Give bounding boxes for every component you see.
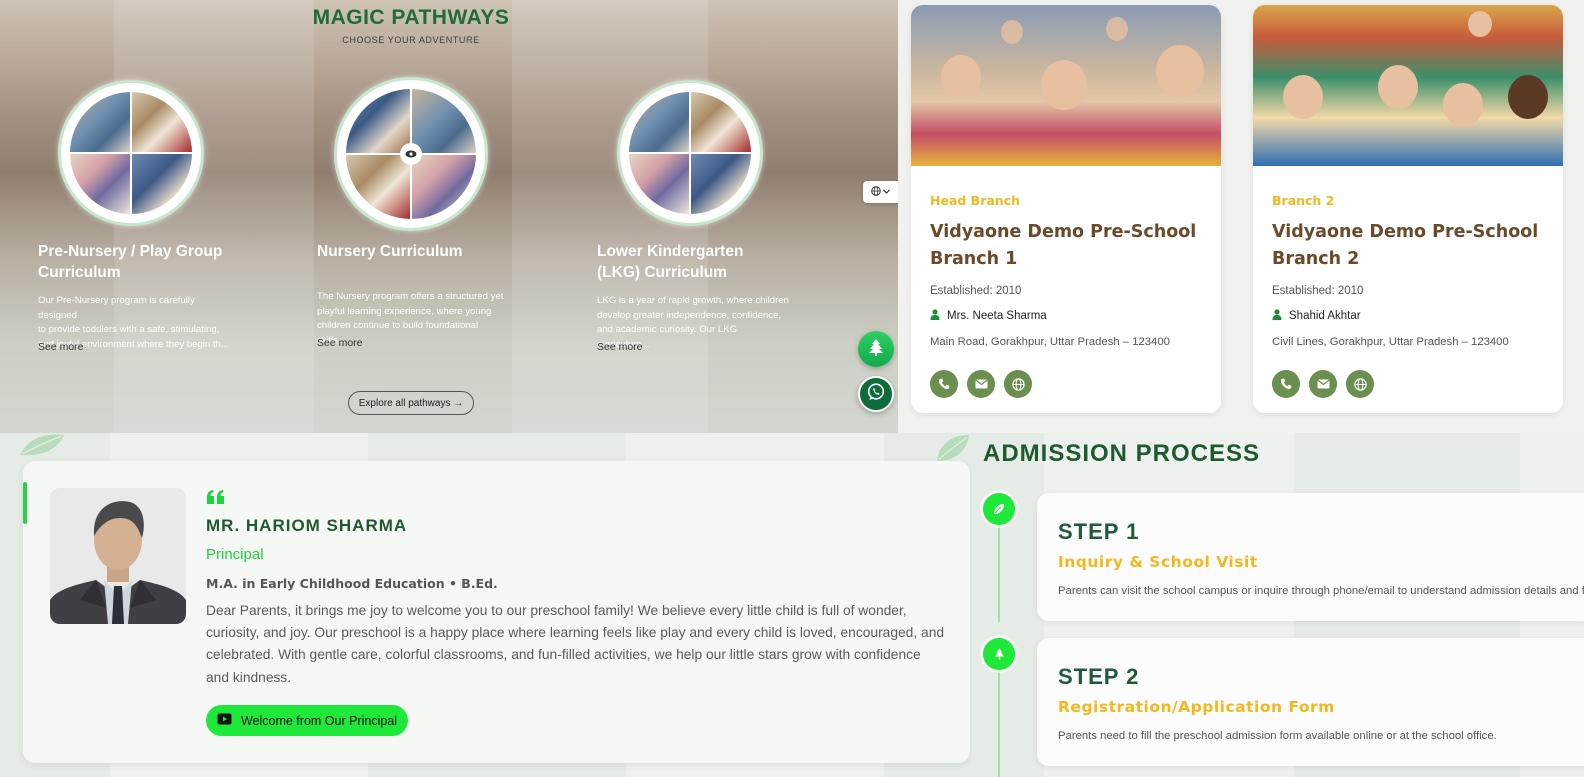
leaf-icon	[18, 433, 66, 461]
tree-floating-button[interactable]	[858, 331, 894, 367]
branch-name: Vidyaone Demo Pre-School Branch 2	[1272, 222, 1539, 269]
pathway-heading: Lower Kindergarten (LKG) Curriculum	[597, 241, 743, 283]
chevron-down-icon	[883, 187, 890, 197]
see-more-link[interactable]: See more	[597, 341, 643, 353]
person-name: Shahid Akhtar	[1289, 310, 1361, 322]
admission-title: ADMISSION PROCESS	[983, 440, 1261, 467]
see-more-link[interactable]: See more	[317, 337, 363, 349]
see-more-link[interactable]: See more	[38, 341, 84, 353]
branch-tag: Branch 2	[1272, 193, 1335, 208]
pathway-heading: Nursery Curriculum	[317, 241, 463, 262]
tree-icon	[868, 338, 884, 360]
description-line: playful learning experience, where young	[317, 305, 492, 317]
whatsapp-floating-button[interactable]	[858, 376, 894, 412]
description-line: Our Pre-Nursery program is carefully des…	[38, 295, 195, 321]
branch-address: Civil Lines, Gorakhpur, Uttar Pradesh – …	[1272, 336, 1509, 348]
branch-contact-icons	[1272, 370, 1374, 398]
principal-message: Dear Parents, it brings me joy to welcom…	[206, 603, 945, 685]
step-number: STEP 2	[1058, 664, 1140, 689]
eye-icon[interactable]	[400, 143, 422, 165]
timeline-line	[998, 670, 1000, 777]
whatsapp-icon	[866, 382, 886, 406]
accent-bar	[23, 482, 27, 524]
mail-icon[interactable]	[967, 370, 995, 398]
branches-section: Head Branch Vidyaone Demo Pre-School Bra…	[898, 0, 1584, 433]
pathway-image-lkg[interactable]	[617, 80, 763, 226]
globe-icon[interactable]	[1004, 370, 1032, 398]
youtube-icon	[217, 713, 232, 728]
principal-name: MR. HARIOM SHARMA	[206, 516, 408, 535]
leaf-icon	[935, 433, 971, 467]
branch-card[interactable]: Head Branch Vidyaone Demo Pre-School Bra…	[911, 5, 1221, 413]
person-name: Mrs. Neeta Sharma	[947, 310, 1047, 322]
welcome-video-button[interactable]: Welcome from Our Principal	[206, 705, 408, 736]
step-title: Registration/Application Form	[1058, 698, 1335, 716]
globe-icon[interactable]	[1346, 370, 1374, 398]
pathway-heading-line: Lower Kindergarten	[597, 243, 744, 260]
branch-name: Vidyaone Demo Pre-School Branch 1	[930, 222, 1197, 269]
leaf-icon	[993, 500, 1005, 519]
welcome-video-label: Welcome from Our Principal	[240, 713, 398, 728]
user-icon	[1272, 309, 1282, 323]
branch-contact-person: Shahid Akhtar	[1272, 309, 1361, 323]
principal-qualification: M.A. in Early Childhood Education • B.Ed…	[206, 576, 498, 591]
branch-address: Main Road, Gorakhpur, Uttar Pradesh – 12…	[930, 336, 1170, 348]
step-number: STEP 1	[1058, 519, 1140, 544]
admission-step-card: STEP 2 Registration/Application Form Par…	[1037, 638, 1584, 766]
tree-icon	[994, 645, 1005, 664]
mail-icon[interactable]	[1309, 370, 1337, 398]
step-description: Parents need to fill the preschool admis…	[1058, 730, 1497, 742]
globe-icon	[871, 185, 881, 199]
pathway-image-nursery[interactable]	[334, 77, 488, 231]
explore-pathways-button[interactable]: Explore all pathways →	[348, 391, 474, 415]
pathways-section: MAGIC PATHWAYS CHOOSE YOUR ADVENTURE Pre…	[0, 0, 898, 433]
quote-icon	[206, 489, 226, 509]
branch-photo	[1253, 5, 1563, 166]
pathway-heading-line: Curriculum	[38, 264, 121, 281]
phone-icon[interactable]	[1272, 370, 1300, 398]
description-line: to provide toddlers with a safe, stimula…	[38, 324, 220, 335]
pathway-heading: Pre-Nursery / Play Group Curriculum	[38, 241, 222, 283]
description-line: The Nursery program offers a structured …	[317, 291, 504, 302]
step-description: Parents can visit the school campus or i…	[1058, 585, 1584, 597]
language-selector[interactable]	[863, 181, 898, 203]
branch-contact-icons	[930, 370, 1032, 398]
pathways-subtitle: CHOOSE YOUR ADVENTURE	[342, 35, 480, 45]
step-title: Inquiry & School Visit	[1058, 553, 1258, 571]
branch-established: Established: 2010	[1272, 285, 1364, 297]
branch-tag: Head Branch	[930, 193, 1021, 208]
pathways-title: MAGIC PATHWAYS	[312, 6, 510, 29]
phone-icon[interactable]	[930, 370, 958, 398]
branch-card[interactable]: Branch 2 Vidyaone Demo Pre-School Branch…	[1253, 5, 1563, 413]
branch-established: Established: 2010	[930, 285, 1022, 297]
principal-avatar	[50, 488, 186, 624]
description-line: LKG is a year of rapid growth, where chi…	[597, 295, 789, 306]
timeline-dot	[983, 638, 1015, 670]
description-line: develop greater independence, confidence…	[597, 309, 782, 321]
pathway-image-pre-nursery[interactable]	[58, 80, 204, 226]
pathway-heading-line: Pre-Nursery / Play Group	[38, 243, 223, 260]
pathway-heading-line: (LKG) Curriculum	[597, 264, 728, 281]
branch-photo	[911, 5, 1221, 166]
timeline-dot	[983, 493, 1015, 525]
principal-role: Principal	[206, 546, 264, 563]
timeline-line	[998, 524, 1000, 622]
admission-step-card: STEP 1 Inquiry & School Visit Parents ca…	[1037, 493, 1584, 621]
branch-contact-person: Mrs. Neeta Sharma	[930, 309, 1047, 323]
user-icon	[930, 309, 940, 323]
pathway-heading-line: Nursery Curriculum	[317, 243, 463, 260]
